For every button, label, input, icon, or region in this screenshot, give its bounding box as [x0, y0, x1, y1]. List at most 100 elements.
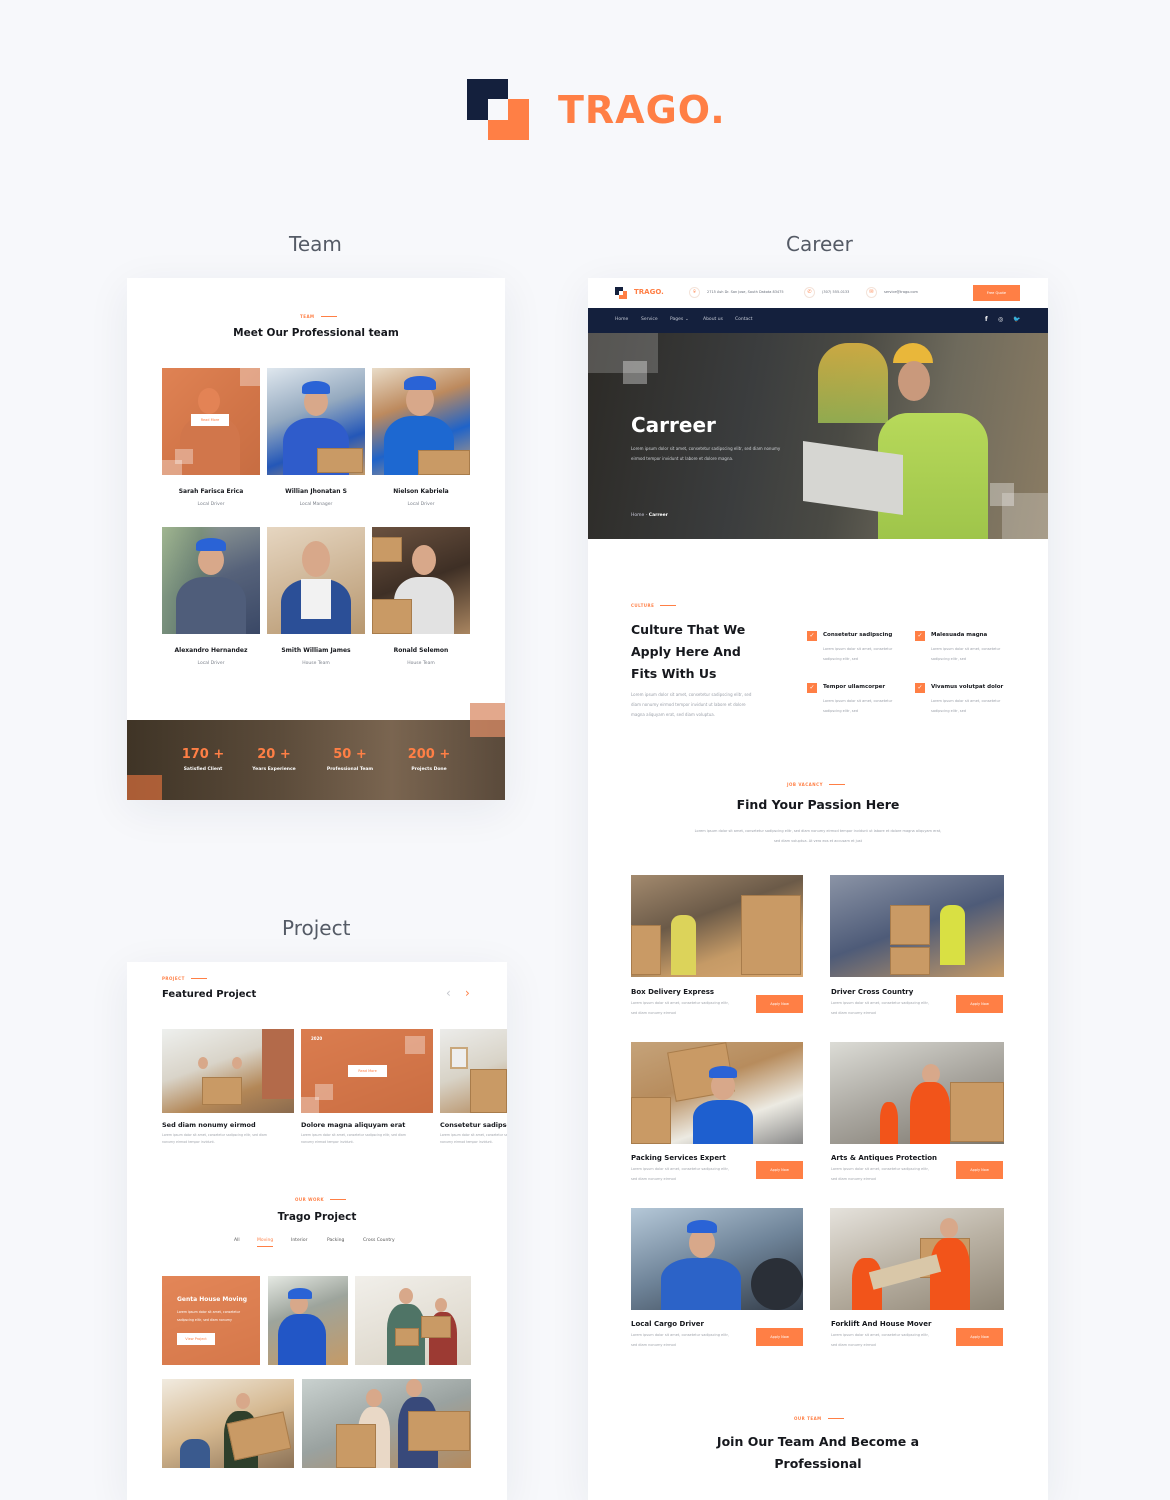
- project-photo[interactable]: [302, 1379, 471, 1468]
- project-photo[interactable]: [162, 1029, 294, 1113]
- team-preview: TEAM Meet Our Professional team Read Mor…: [127, 278, 505, 800]
- team-member-name: Nielson Kabriela: [393, 488, 449, 495]
- apply-now-button[interactable]: Apply Now: [756, 1161, 803, 1179]
- career-preview: TRAGO. ⌾ 2715 Ash Dr. San Jose, South Da…: [588, 278, 1048, 1500]
- project-photo[interactable]: [355, 1276, 471, 1365]
- project-photo[interactable]: [268, 1276, 348, 1365]
- job-photo[interactable]: [830, 1208, 1004, 1310]
- view-project-button[interactable]: View Project: [177, 1333, 215, 1345]
- brand-logo-mark: [467, 79, 529, 140]
- feature-title: Tempor ullamcorper: [823, 684, 886, 690]
- team-member-name: Ronald Selemon: [393, 647, 449, 654]
- free-quote-button[interactable]: Free Quote: [973, 285, 1020, 301]
- team-member-name: Sarah Farisca Erica: [178, 488, 244, 495]
- breadcrumb: Home - Carreer: [631, 513, 668, 518]
- job-desc: Lorem ipsum dolor sit amet, consetetur s…: [831, 1167, 930, 1181]
- feature-text: Lorem ipsum dolor sit amet, consetetur s…: [823, 699, 893, 713]
- work-title: Trago Project: [277, 1211, 357, 1223]
- feature-text: Lorem ipsum dolor sit amet, consetetur s…: [823, 647, 893, 661]
- join-eyebrow: OUR TEAM: [794, 1416, 844, 1421]
- decor-square: [470, 703, 505, 737]
- culture-title: Culture That We Apply Here And Fits With…: [631, 622, 746, 681]
- jobs-eyebrow: JOB VACANCY: [787, 782, 845, 787]
- instagram-icon[interactable]: ◎: [998, 316, 1003, 323]
- filter-interior[interactable]: Interior: [291, 1238, 307, 1243]
- filter-all[interactable]: All: [234, 1238, 240, 1243]
- project-photo[interactable]: [162, 1379, 294, 1468]
- apply-now-button[interactable]: Apply Now: [956, 995, 1003, 1013]
- project-desc: Lorem ipsum dolor sit amet, consetetur s…: [440, 1133, 507, 1144]
- job-desc: Lorem ipsum dolor sit amet, consetetur s…: [831, 1001, 930, 1015]
- breadcrumb-home[interactable]: Home -: [631, 513, 649, 518]
- job-photo[interactable]: [631, 875, 803, 977]
- read-more-button[interactable]: Read More: [191, 414, 229, 426]
- phone-icon: ✆: [804, 287, 815, 298]
- team-photo[interactable]: [372, 527, 470, 634]
- team-photo[interactable]: [267, 527, 365, 634]
- stat-value: 50 +: [333, 747, 367, 762]
- year-badge: 2020: [311, 1036, 323, 1041]
- career-logo-text: TRAGO.: [634, 288, 664, 296]
- team-photo[interactable]: [162, 527, 260, 634]
- location-icon: ⌾: [689, 287, 700, 298]
- job-title: Box Delivery Express: [631, 988, 715, 996]
- facebook-icon[interactable]: f: [985, 316, 988, 323]
- team-title: Meet Our Professional team: [233, 327, 399, 339]
- read-more-button[interactable]: Read More: [348, 1065, 387, 1077]
- stats-band: 170 + Satisfied Client 20 + Years Experi…: [127, 720, 505, 800]
- job-photo[interactable]: [830, 1042, 1004, 1144]
- caption-career: Career: [786, 232, 853, 256]
- highlight-title: Genta House Moving: [177, 1296, 248, 1303]
- nav-contact[interactable]: Contact: [735, 317, 753, 322]
- project-highlight-card[interactable]: Genta House Moving Lorem ipsum dolor sit…: [162, 1276, 260, 1365]
- nav-about[interactable]: About us: [703, 317, 723, 322]
- stat-label: Years Experience: [252, 767, 296, 772]
- breadcrumb-current: Carreer: [648, 513, 668, 518]
- stat-value: 170 +: [181, 747, 225, 762]
- featured-eyebrow: PROJECT: [162, 976, 207, 981]
- project-title: Consetetur sadipscing: [440, 1121, 507, 1129]
- stat-label: Projects Done: [411, 767, 447, 772]
- apply-now-button[interactable]: Apply Now: [756, 1328, 803, 1346]
- team-member-name: Alexandro Hernandez: [174, 647, 248, 654]
- apply-now-button[interactable]: Apply Now: [956, 1328, 1003, 1346]
- apply-now-button[interactable]: Apply Now: [756, 995, 803, 1013]
- team-photo[interactable]: Read More: [162, 368, 260, 475]
- team-photo[interactable]: [372, 368, 470, 475]
- career-logo-mark: [615, 287, 628, 300]
- job-photo[interactable]: [631, 1042, 803, 1144]
- job-desc: Lorem ipsum dolor sit amet, consetetur s…: [631, 1167, 730, 1181]
- project-preview: PROJECT Featured Project ‹ › 2020 Read M…: [127, 962, 507, 1500]
- apply-now-button[interactable]: Apply Now: [956, 1161, 1003, 1179]
- stat-value: 200 +: [407, 747, 451, 762]
- nav-pages[interactable]: Pages: [670, 317, 683, 322]
- project-photo[interactable]: 2020 Read More: [301, 1029, 433, 1113]
- culture-body: Lorem ipsum dolor sit amet, consetetur s…: [631, 692, 752, 717]
- job-photo[interactable]: [631, 1208, 803, 1310]
- filter-moving[interactable]: Moving: [257, 1238, 274, 1247]
- jobs-intro: Lorem ipsum dolor sit amet, consetetur s…: [694, 829, 942, 843]
- filter-packing[interactable]: Packing: [327, 1238, 344, 1243]
- career-navbar: Home Service Pages ⌄ About us Contact f …: [588, 308, 1048, 333]
- team-photo[interactable]: [267, 368, 365, 475]
- job-title: Forklift And House Mover: [831, 1320, 932, 1328]
- stat-label: Professional Team: [326, 767, 374, 772]
- project-photo[interactable]: [440, 1029, 507, 1113]
- project-title: Dolore magna aliquyam erat: [301, 1121, 406, 1129]
- next-arrow-icon[interactable]: ›: [465, 986, 470, 1000]
- check-icon: ✓: [807, 631, 817, 641]
- filter-cross-country[interactable]: Cross Country: [363, 1238, 395, 1243]
- chevron-down-icon[interactable]: ⌄: [685, 317, 689, 322]
- job-photo[interactable]: [830, 875, 1004, 977]
- nav-service[interactable]: Service: [641, 317, 658, 322]
- twitter-icon[interactable]: 🐦: [1013, 316, 1020, 323]
- team-member-role: House Team: [407, 661, 435, 666]
- work-eyebrow: OUR WORK: [295, 1197, 347, 1202]
- header-email[interactable]: service@trago.com: [884, 290, 918, 294]
- team-member-role: Local Manager: [299, 502, 333, 507]
- prev-arrow-icon[interactable]: ‹: [446, 986, 451, 1000]
- feature-title: Malesuada magna: [931, 632, 988, 638]
- feature-title: Vivamus volutpat dolor: [931, 684, 1004, 690]
- jobs-title: Find Your Passion Here: [736, 797, 900, 812]
- nav-home[interactable]: Home: [615, 317, 628, 322]
